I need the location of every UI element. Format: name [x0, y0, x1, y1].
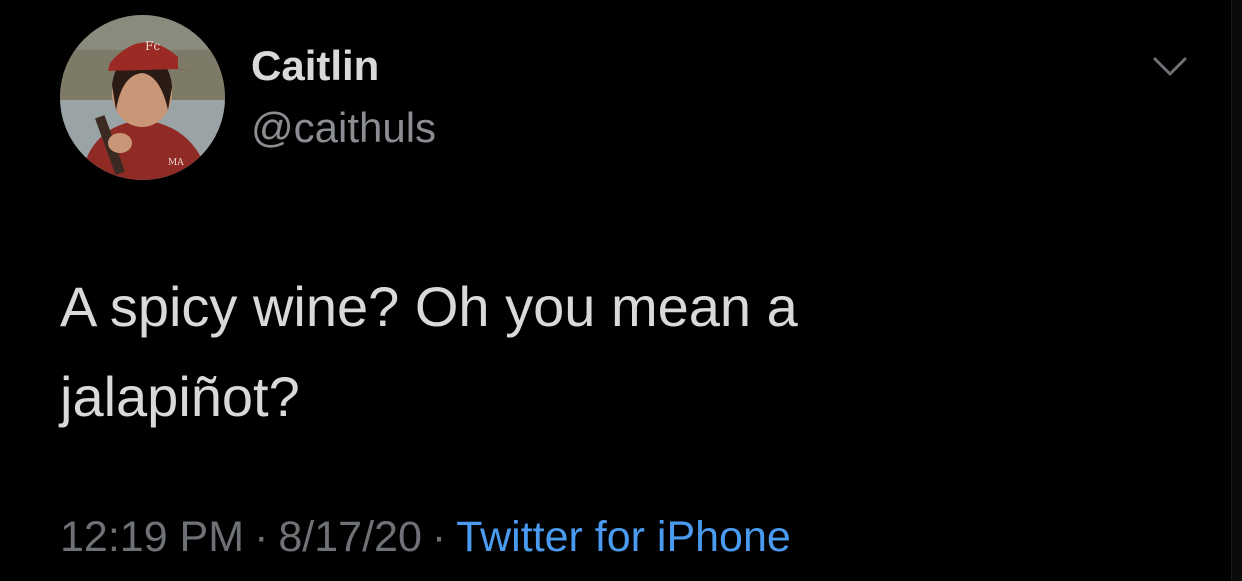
- user-handle[interactable]: @caithuls: [251, 104, 436, 152]
- tweet-source-link[interactable]: Twitter for iPhone: [456, 513, 791, 561]
- tweet-text-line: jalapiñot?: [60, 365, 300, 428]
- avatar[interactable]: Fc MA: [60, 15, 225, 180]
- tweet-time[interactable]: 12:19 PM: [60, 513, 244, 561]
- svg-text:Fc: Fc: [145, 39, 160, 53]
- tweet-text: A spicy wine? Oh you mean a jalapiñot?: [60, 262, 1160, 442]
- separator-dot: ·: [431, 513, 447, 561]
- separator-dot: ·: [254, 513, 269, 561]
- tweet-meta: 12:19 PM · 8/17/20 · Twitter for iPhone: [60, 513, 791, 562]
- svg-text:MA: MA: [168, 158, 184, 168]
- scrollbar-track[interactable]: [1231, 0, 1242, 581]
- avatar-photo-icon: Fc MA: [60, 15, 225, 180]
- display-name[interactable]: Caitlin: [251, 42, 379, 90]
- tweet-text-line: A spicy wine? Oh you mean a: [60, 275, 798, 338]
- tweet-card: Fc MA Caitlin @caithuls A spicy wine? Oh…: [0, 0, 1242, 581]
- chevron-down-icon[interactable]: [1152, 55, 1188, 79]
- tweet-date[interactable]: 8/17/20: [278, 513, 421, 561]
